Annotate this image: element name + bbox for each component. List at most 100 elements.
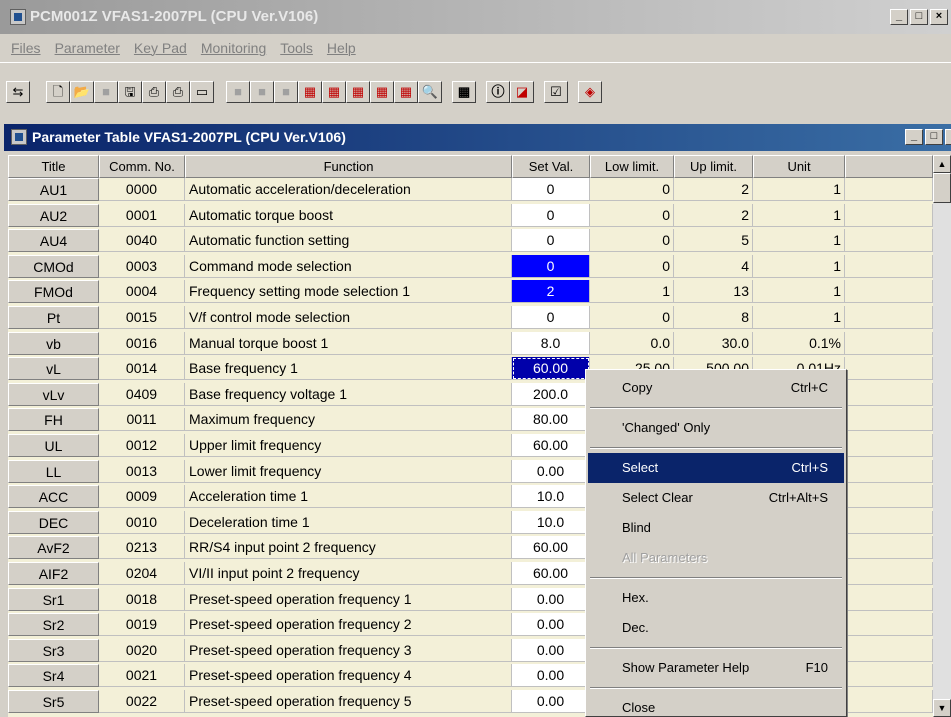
row-set-value[interactable]: 0	[512, 254, 590, 278]
scroll-down-button[interactable]: ▼	[933, 699, 951, 717]
row-title[interactable]: FH	[8, 408, 99, 432]
new-file-icon[interactable]: 🗋	[46, 81, 70, 103]
row-title[interactable]: ACC	[8, 485, 99, 509]
row-set-value[interactable]: 60.00	[512, 434, 590, 457]
menu-parameter[interactable]: Parameter	[48, 40, 127, 56]
header-up-limit[interactable]: Up limit.	[674, 155, 753, 178]
menu-item-select-clear[interactable]: Select Clear Ctrl+Alt+S	[588, 483, 844, 513]
row-set-value[interactable]: 0.00	[512, 587, 590, 611]
row-set-value[interactable]: 0	[512, 203, 590, 227]
table-row[interactable]: AU1 0000 Automatic acceleration/decelerati…	[8, 178, 933, 201]
table-row[interactable]: Pt 0015 V/f control mode selection 0 0 8 1	[8, 306, 933, 329]
row-set-value[interactable]: 60.00	[512, 562, 590, 585]
scroll-thumb[interactable]	[933, 173, 951, 203]
calculator-icon[interactable]: ▦	[452, 81, 476, 103]
row-set-value[interactable]: 0.00	[512, 613, 590, 637]
chart-icon[interactable]: ◪	[510, 81, 534, 103]
row-title[interactable]: LL	[8, 459, 99, 483]
save-icon[interactable]: 🖫	[118, 81, 142, 103]
row-set-value[interactable]: 8.0	[512, 331, 590, 355]
table-row[interactable]: CMOd 0003 Command mode selection 0 0 4 1	[8, 254, 933, 278]
row-set-value[interactable]: 0.00	[512, 664, 590, 688]
table-red-icon[interactable]: ▦	[370, 81, 394, 103]
row-title[interactable]: AU4	[8, 229, 99, 253]
table-red-icon[interactable]: ▦	[298, 81, 322, 103]
maximize-button[interactable]: □	[910, 9, 928, 25]
row-set-value[interactable]: 80.00	[512, 408, 590, 432]
row-set-value[interactable]: 0	[512, 306, 590, 329]
app-icon[interactable]	[10, 9, 26, 25]
header-unit[interactable]: Unit	[753, 155, 845, 178]
header-title[interactable]: Title	[8, 155, 99, 178]
menu-key-pad[interactable]: Key Pad	[127, 40, 194, 56]
table-red-icon[interactable]: ▦	[322, 81, 346, 103]
row-title[interactable]: Sr1	[8, 587, 99, 611]
row-set-value[interactable]: 60.00	[512, 536, 590, 560]
child-close-button[interactable]: ×	[945, 129, 951, 145]
header-low-limit[interactable]: Low limit.	[590, 155, 674, 178]
row-title[interactable]: DEC	[8, 510, 99, 534]
row-set-value[interactable]: 60.00	[512, 357, 590, 381]
row-title[interactable]: Pt	[8, 306, 99, 329]
menu-item-hex[interactable]: Hex.	[588, 583, 844, 613]
print-icon[interactable]: ⎙	[142, 81, 166, 103]
book-icon[interactable]: ◈	[578, 81, 602, 103]
header-comm-no[interactable]: Comm. No.	[99, 155, 185, 178]
blank-icon[interactable]: ■	[94, 81, 118, 103]
row-title[interactable]: vL	[8, 357, 99, 381]
window-icon[interactable]: ▭	[190, 81, 214, 103]
menu-item-blind[interactable]: Blind	[588, 513, 844, 543]
info-icon[interactable]: ⓘ	[486, 81, 510, 103]
close-button[interactable]: ×	[930, 9, 948, 25]
row-title[interactable]: vLv	[8, 382, 99, 406]
menu-item-select[interactable]: Select Ctrl+S	[588, 453, 844, 483]
table-row[interactable]: FMOd 0004 Frequency setting mode selection…	[8, 280, 933, 304]
child-window-icon[interactable]	[11, 129, 27, 145]
table-red-icon[interactable]: ▦	[346, 81, 370, 103]
row-title[interactable]: CMOd	[8, 254, 99, 278]
row-set-value[interactable]: 0.00	[512, 690, 590, 713]
row-title[interactable]: UL	[8, 434, 99, 457]
row-set-value[interactable]: 0.00	[512, 638, 590, 662]
row-title[interactable]: AIF2	[8, 562, 99, 585]
row-title[interactable]: FMOd	[8, 280, 99, 304]
menu-help[interactable]: Help	[320, 40, 363, 56]
blank-icon[interactable]: ■	[250, 81, 274, 103]
find-icon[interactable]: 🔍	[418, 81, 442, 103]
table-row[interactable]: AU4 0040 Automatic function setting 0 0 5 1	[8, 229, 933, 253]
row-set-value[interactable]: 10.0	[512, 510, 590, 534]
blank-icon[interactable]: ■	[226, 81, 250, 103]
table-row[interactable]: AU2 0001 Automatic torque boost 0 0 2 1	[8, 203, 933, 227]
row-title[interactable]: Sr2	[8, 613, 99, 637]
row-set-value[interactable]: 200.0	[512, 382, 590, 406]
row-title[interactable]: Sr4	[8, 664, 99, 688]
child-maximize-button[interactable]: □	[925, 129, 943, 145]
table-red-icon[interactable]: ▦	[394, 81, 418, 103]
row-title[interactable]: AU1	[8, 178, 99, 201]
blank-icon[interactable]: ■	[274, 81, 298, 103]
print-preview-icon[interactable]: ⎙	[166, 81, 190, 103]
child-title-bar[interactable]: Parameter Table VFAS1-2007PL (CPU Ver.V1…	[4, 124, 951, 151]
row-title[interactable]: AU2	[8, 203, 99, 227]
row-set-value[interactable]: 10.0	[512, 485, 590, 509]
scroll-up-button[interactable]: ▲	[933, 155, 951, 173]
checklist-icon[interactable]: ☑	[544, 81, 568, 103]
menu-item-show-parameter-help[interactable]: Show Parameter Help F10	[588, 653, 844, 683]
child-minimize-button[interactable]: _	[905, 129, 923, 145]
menu-item-dec[interactable]: Dec.	[588, 613, 844, 643]
toggle-icon[interactable]: ⇆	[6, 81, 30, 103]
header-set-val[interactable]: Set Val.	[512, 155, 590, 178]
row-title[interactable]: Sr3	[8, 638, 99, 662]
row-set-value[interactable]: 0.00	[512, 459, 590, 483]
menu-tools[interactable]: Tools	[273, 40, 320, 56]
app-title-bar[interactable]: PCM001Z VFAS1-2007PL (CPU Ver.V106) _ □ …	[0, 0, 951, 34]
row-set-value[interactable]: 2	[512, 280, 590, 304]
row-title[interactable]: Sr5	[8, 690, 99, 713]
menu-monitoring[interactable]: Monitoring	[194, 40, 273, 56]
menu-files[interactable]: Files	[4, 40, 48, 56]
row-set-value[interactable]: 0	[512, 229, 590, 253]
table-row[interactable]: vb 0016 Manual torque boost 1 8.0 0.0 30.0 0.1…	[8, 331, 933, 355]
menu-item-changed-only[interactable]: 'Changed' Only	[588, 413, 844, 443]
minimize-button[interactable]: _	[890, 9, 908, 25]
menu-item-close[interactable]: Close	[588, 693, 844, 717]
